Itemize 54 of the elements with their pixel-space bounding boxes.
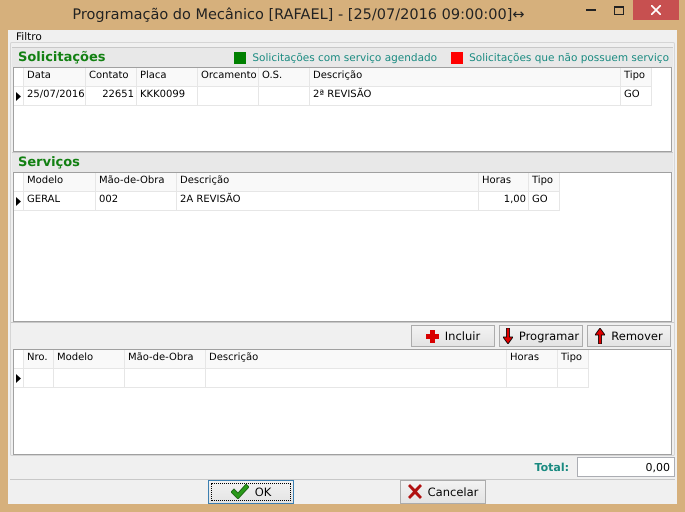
table-cell: KKK0099 xyxy=(137,87,198,106)
column-header[interactable]: Data xyxy=(24,68,86,87)
maximize-icon[interactable] xyxy=(614,6,624,14)
resize-icon: ↔ xyxy=(512,7,525,23)
group-label: Filtro xyxy=(15,32,43,42)
plus-icon xyxy=(426,330,439,342)
remove-button[interactable]: Remover xyxy=(587,325,671,347)
total-field: 0,00 xyxy=(577,457,675,478)
column-header[interactable]: Modelo xyxy=(24,173,96,192)
table-cell xyxy=(507,369,558,388)
table-cell: GO xyxy=(529,192,560,211)
down-arrow-icon xyxy=(502,328,513,344)
column-header[interactable]: Horas xyxy=(479,173,529,192)
column-header[interactable]: Tipo xyxy=(529,173,560,192)
legend-label: Solicitações com serviço agendado xyxy=(252,52,438,64)
checkmark-icon xyxy=(230,484,249,500)
table-cell: 22651 xyxy=(86,87,137,106)
table-cell: GERAL xyxy=(24,192,96,211)
ok-button[interactable]: OK xyxy=(208,480,294,504)
add-button[interactable]: Incluir xyxy=(411,325,495,347)
column-header[interactable]: Placa xyxy=(137,68,198,87)
legend-label: Solicitações que não possuem serviço xyxy=(469,52,669,64)
table-cell xyxy=(558,369,589,388)
schedule-button[interactable]: Programar xyxy=(499,325,583,347)
total-label: Total: xyxy=(534,460,569,474)
column-header[interactable]: Mão-de-Obra xyxy=(96,173,177,192)
table-cell: GO xyxy=(621,87,652,106)
column-header[interactable]: Contato xyxy=(86,68,137,87)
window-title: Programação do Mecânico [RAFAEL] - [25/07/2016 09:00:00] xyxy=(72,7,512,23)
column-header[interactable]: Horas xyxy=(507,350,558,369)
column-header[interactable]: Orcamento xyxy=(198,68,259,87)
column-header[interactable]: Modelo xyxy=(54,350,125,369)
column-header[interactable]: Tipo xyxy=(621,68,652,87)
up-arrow-icon xyxy=(595,328,606,344)
close-icon[interactable] xyxy=(651,5,661,15)
column-header[interactable]: Mão-de-Obra xyxy=(125,350,206,369)
column-header[interactable]: Descrição xyxy=(206,350,507,369)
section-title: Solicitações xyxy=(18,50,107,65)
table-cell: 25/07/2016 xyxy=(24,87,86,106)
table-cell: 2A REVISÃO xyxy=(177,192,479,211)
x-mark-icon xyxy=(408,484,422,500)
cancel-button[interactable]: Cancelar xyxy=(400,480,486,504)
column-header[interactable]: Nro. xyxy=(24,350,54,369)
table-cell xyxy=(198,87,259,106)
section-title: Serviços xyxy=(18,155,81,170)
table-cell xyxy=(54,369,125,388)
table-cell: 2ª REVISÃO xyxy=(310,87,621,106)
table-cell xyxy=(259,87,310,106)
column-header[interactable]: Tipo xyxy=(558,350,589,369)
column-header[interactable]: Descrição xyxy=(310,68,621,87)
column-header[interactable]: Descrição xyxy=(177,173,479,192)
table-cell: 002 xyxy=(96,192,177,211)
table-cell: 1,00 xyxy=(479,192,529,211)
column-header[interactable]: O.S. xyxy=(259,68,310,87)
